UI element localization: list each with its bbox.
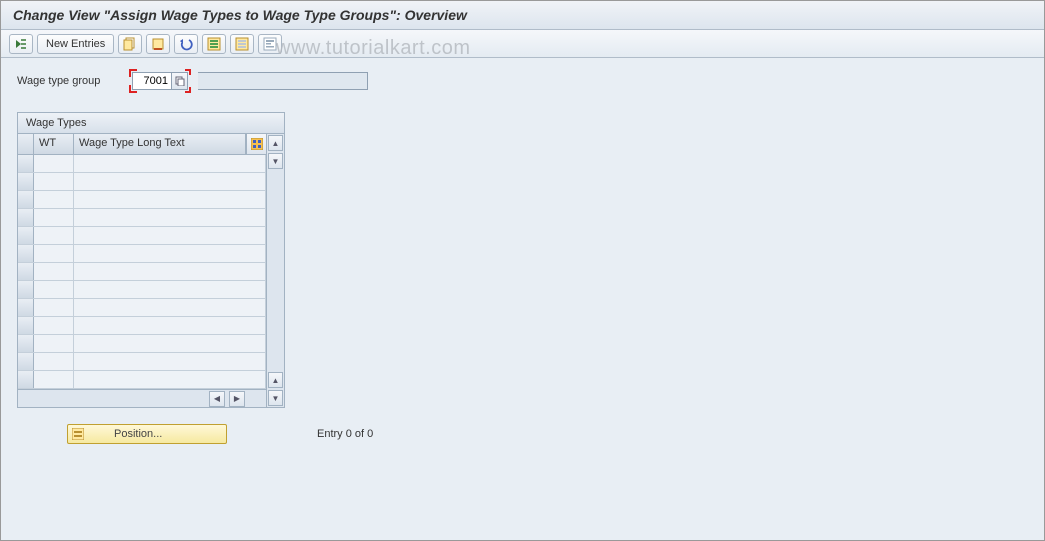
print-button[interactable] [258,34,282,54]
wage-type-group-field-wrap [132,72,188,90]
table-row[interactable] [18,335,266,353]
table-row[interactable] [18,209,266,227]
table-row[interactable] [18,191,266,209]
cell-wt[interactable] [34,245,74,262]
row-selector[interactable] [18,299,34,316]
copy-button[interactable] [118,34,142,54]
entry-counter: Entry 0 of 0 [317,428,373,440]
table-settings-icon [251,138,263,150]
cell-text[interactable] [74,209,266,226]
row-selector[interactable] [18,317,34,334]
table-row[interactable] [18,227,266,245]
wage-type-group-input[interactable] [132,72,172,90]
cell-wt[interactable] [34,209,74,226]
row-selector[interactable] [18,173,34,190]
scroll-down-button[interactable]: ▼ [268,390,283,406]
wage-types-title: Wage Types [18,113,284,134]
table-settings-button[interactable] [246,134,266,154]
position-button[interactable]: Position... [67,424,227,444]
position-icon [72,428,84,440]
search-help-icon [175,76,185,86]
horizontal-scrollbar: ◀ ▶ [18,389,266,407]
cell-wt[interactable] [34,263,74,280]
table-row[interactable] [18,263,266,281]
undo-button[interactable] [174,34,198,54]
delete-button[interactable] [146,34,170,54]
cell-text[interactable] [74,353,266,370]
toggle-button[interactable] [9,34,33,54]
cell-text[interactable] [74,335,266,352]
cell-text[interactable] [74,191,266,208]
scroll-down2-button[interactable]: ▲ [268,372,283,388]
select-all-button[interactable] [202,34,226,54]
deselect-all-button[interactable] [230,34,254,54]
row-selector[interactable] [18,245,34,262]
footer-row: Position... Entry 0 of 0 [17,424,1028,444]
row-selector[interactable] [18,353,34,370]
content-area: Wage type group Wage Types WT Wage Type … [1,58,1044,458]
wage-types-group: Wage Types WT Wage Type Long Text ◀ ▶ [17,112,285,408]
row-selector[interactable] [18,191,34,208]
table-row[interactable] [18,173,266,191]
select-all-header[interactable] [18,134,34,154]
cell-text[interactable] [74,155,266,172]
cell-wt[interactable] [34,155,74,172]
table-row[interactable] [18,317,266,335]
cell-wt[interactable] [34,173,74,190]
table-row[interactable] [18,245,266,263]
vertical-scrollbar: ▲ ▼ ▲ ▼ [266,134,284,407]
cell-wt[interactable] [34,317,74,334]
scroll-left-button[interactable]: ◀ [209,391,225,407]
wage-type-group-label: Wage type group [17,75,122,87]
cell-text[interactable] [74,371,266,388]
cell-text[interactable] [74,173,266,190]
cell-text[interactable] [74,317,266,334]
cell-wt[interactable] [34,335,74,352]
row-selector[interactable] [18,263,34,280]
table-row[interactable] [18,281,266,299]
cell-wt[interactable] [34,299,74,316]
cell-wt[interactable] [34,191,74,208]
row-selector[interactable] [18,281,34,298]
wage-type-group-desc [198,72,368,90]
scroll-up2-button[interactable]: ▼ [268,153,283,169]
cell-text[interactable] [74,245,266,262]
cell-wt[interactable] [34,371,74,388]
scroll-up-button[interactable]: ▲ [268,135,283,151]
scroll-track[interactable] [267,170,284,371]
cell-text[interactable] [74,263,266,280]
col-header-wt[interactable]: WT [34,134,74,154]
app-toolbar: New Entries [1,30,1044,58]
cell-wt[interactable] [34,281,74,298]
table-header-row: WT Wage Type Long Text [18,134,266,155]
position-label: Position... [114,428,162,440]
cell-wt[interactable] [34,227,74,244]
row-selector[interactable] [18,227,34,244]
table-row[interactable] [18,371,266,389]
table-row[interactable] [18,299,266,317]
cell-text[interactable] [74,281,266,298]
cell-text[interactable] [74,299,266,316]
row-selector[interactable] [18,335,34,352]
col-header-text[interactable]: Wage Type Long Text [74,134,246,154]
wage-type-group-row: Wage type group [17,72,1028,90]
cell-text[interactable] [74,227,266,244]
title-bar: Change View "Assign Wage Types to Wage T… [1,1,1044,30]
new-entries-label: New Entries [46,38,105,50]
table-row[interactable] [18,353,266,371]
row-selector[interactable] [18,155,34,172]
wage-types-table: WT Wage Type Long Text ◀ ▶ [18,134,266,407]
page-title: Change View "Assign Wage Types to Wage T… [13,7,1032,23]
table-row[interactable] [18,155,266,173]
scroll-right-button[interactable]: ▶ [229,391,245,407]
cell-wt[interactable] [34,353,74,370]
row-selector[interactable] [18,371,34,388]
new-entries-button[interactable]: New Entries [37,34,114,54]
row-selector[interactable] [18,209,34,226]
